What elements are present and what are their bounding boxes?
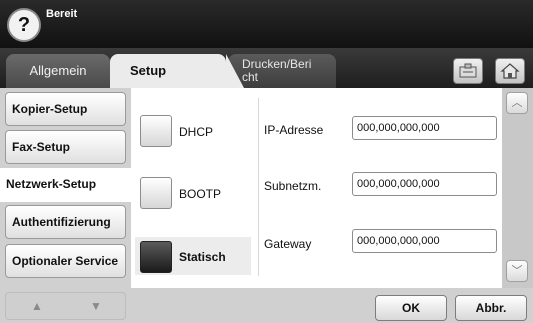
tab-allgemein[interactable]: Allgemein bbox=[6, 54, 110, 88]
tab-bar: Allgemein Drucken/Beri cht Setup bbox=[0, 48, 533, 88]
tab-drucken-label-line2: cht bbox=[242, 70, 259, 84]
statisch-label: Statisch bbox=[179, 250, 226, 264]
tab-drucken-bericht[interactable]: Drucken/Beri cht bbox=[228, 54, 336, 88]
chevron-down-icon: ﹀ bbox=[511, 265, 523, 277]
help-button[interactable]: ? bbox=[7, 8, 41, 42]
cancel-button[interactable]: Abbr. bbox=[455, 295, 527, 321]
content-area: Kopier-Setup Fax-Setup Netzwerk-Setup Au… bbox=[0, 88, 533, 323]
gateway-label: Gateway bbox=[264, 237, 312, 251]
scroll-up-button[interactable]: ︿ bbox=[506, 92, 528, 114]
status-text: Bereit bbox=[46, 8, 78, 20]
left-nav: Kopier-Setup Fax-Setup Netzwerk-Setup Au… bbox=[0, 88, 131, 323]
dhcp-option-button[interactable] bbox=[140, 115, 172, 147]
ok-button[interactable]: OK bbox=[375, 295, 447, 321]
tab-setup[interactable]: Setup bbox=[110, 54, 244, 88]
action-bar: OK Abbr. bbox=[131, 288, 533, 323]
dhcp-label: DHCP bbox=[179, 125, 214, 139]
nav-item-authentifizierung[interactable]: Authentifizierung bbox=[5, 205, 126, 239]
bootp-option-button[interactable] bbox=[140, 177, 172, 209]
nav-item-netzwerk-setup[interactable]: Netzwerk-Setup bbox=[0, 168, 131, 202]
bootp-label: BOOTP bbox=[179, 187, 222, 201]
gateway-field[interactable]: 000,000,000,000 bbox=[352, 229, 497, 253]
nav-up-arrow-icon[interactable]: ▲ bbox=[31, 299, 43, 313]
device-screen: ? Bereit Allgemein Drucken/Beri cht Setu… bbox=[0, 0, 533, 323]
vertical-scrollbar[interactable]: ︿ ﹀ bbox=[502, 88, 533, 288]
scroll-down-button[interactable]: ﹀ bbox=[506, 260, 528, 282]
home-button[interactable] bbox=[495, 58, 525, 84]
statisch-option-button[interactable] bbox=[140, 241, 172, 273]
ip-address-field[interactable]: 000,000,000,000 bbox=[352, 116, 497, 140]
nav-item-optionaler-service[interactable]: Optionaler Service bbox=[5, 244, 126, 278]
home-icon bbox=[500, 63, 520, 79]
nav-item-kopier-setup[interactable]: Kopier-Setup bbox=[5, 92, 126, 126]
nav-down-arrow-icon[interactable]: ▼ bbox=[90, 299, 102, 313]
subnet-mask-field[interactable]: 000,000,000,000 bbox=[352, 172, 497, 196]
subnet-mask-label: Subnetzm. bbox=[264, 179, 322, 193]
ip-address-label: IP-Adresse bbox=[264, 123, 324, 137]
chevron-up-icon: ︿ bbox=[511, 97, 523, 109]
nav-scroll-buttons: ▲ ▼ bbox=[5, 292, 126, 320]
status-header: ? Bereit bbox=[0, 0, 533, 48]
network-settings-panel: DHCP BOOTP Statisch IP-Adresse 000,000,0… bbox=[131, 88, 502, 288]
job-status-icon bbox=[459, 63, 477, 78]
column-divider bbox=[258, 98, 259, 276]
job-status-button[interactable] bbox=[453, 58, 483, 84]
nav-item-fax-setup[interactable]: Fax-Setup bbox=[5, 130, 126, 164]
